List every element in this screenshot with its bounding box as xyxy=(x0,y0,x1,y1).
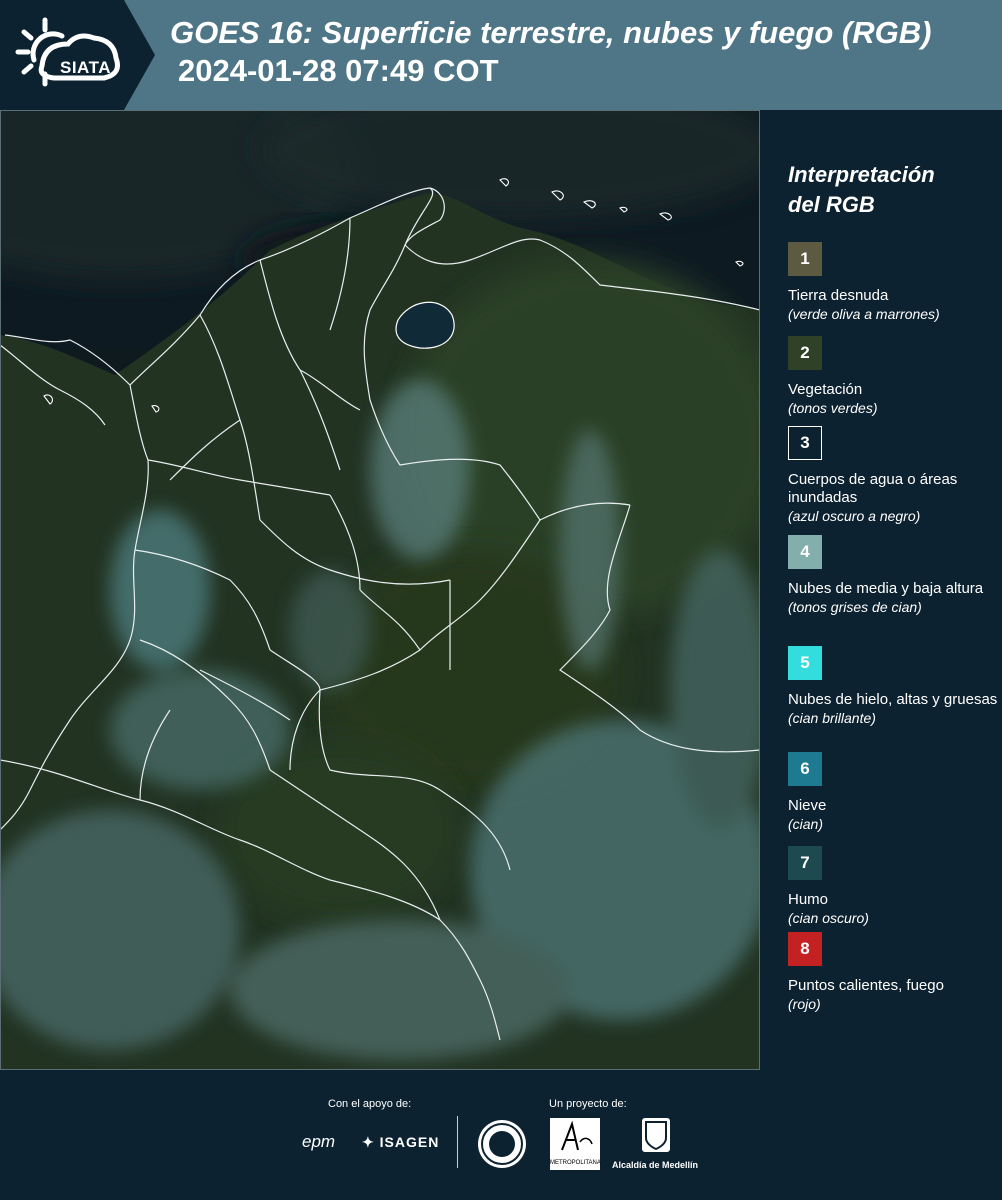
legend-item: 6 Nieve (cian) xyxy=(788,752,998,833)
support-label: Con el apoyo de: xyxy=(328,1098,412,1110)
legend-swatch: 1 xyxy=(788,242,822,276)
legend-item-label: Puntos calientes, fuego xyxy=(788,977,944,994)
area-metropolitana-text: METROPOLITANA xyxy=(550,1160,601,1166)
page-title: GOES 16: Superficie terrestre, nubes y f… xyxy=(170,15,932,50)
legend-item-label: Cuerpos de agua o áreas inundadas xyxy=(788,471,958,506)
isagen-label: ISAGEN xyxy=(379,1134,440,1150)
legend-item-label: Vegetación xyxy=(788,381,863,398)
legend-swatch: 6 xyxy=(788,752,822,786)
legend-swatch: 8 xyxy=(788,932,822,966)
university-seal-icon xyxy=(478,1120,526,1168)
project-label: Un proyecto de: xyxy=(549,1098,627,1110)
legend-swatch: 4 xyxy=(788,535,822,569)
legend-item-description: (cian brillante) xyxy=(788,710,876,726)
legend-swatch: 5 xyxy=(788,646,822,680)
legend-item-label: Tierra desnuda xyxy=(788,287,889,304)
legend-item-description: (tonos grises de cian) xyxy=(788,599,922,615)
legend-title: Interpretación del RGB xyxy=(788,160,988,220)
legend-item-label: Humo xyxy=(788,891,829,908)
legend-item: 7 Humo (cian oscuro) xyxy=(788,846,998,927)
legend-item: 8 Puntos calientes, fuego (rojo) xyxy=(788,932,998,1013)
legend-item: 4 Nubes de media y baja altura (tonos gris… xyxy=(788,535,998,616)
page-datetime: 2024-01-28 07:49 COT xyxy=(178,53,499,88)
siata-logo: SIATA xyxy=(14,14,126,96)
footer: Con el apoyo de: Un proyecto de: epm ✦ I… xyxy=(0,1070,1002,1200)
legend-item-description: (azul oscuro a negro) xyxy=(788,508,921,524)
footer-divider xyxy=(457,1116,458,1168)
epm-logo: epm xyxy=(302,1132,336,1151)
isagen-star-icon: ✦ xyxy=(362,1134,375,1150)
legend-item-description: (tonos verdes) xyxy=(788,400,878,416)
legend-item: 3 Cuerpos de agua o áreas inundadas (azul … xyxy=(788,426,998,525)
legend-item-description: (cian) xyxy=(788,816,824,832)
legend-item: 5 Nubes de hielo, altas y gruesas (cian br… xyxy=(788,646,998,727)
isagen-logo: ✦ ISAGEN xyxy=(362,1134,439,1151)
legend-item-description: (rojo) xyxy=(788,996,821,1012)
legend-swatch: 2 xyxy=(788,336,822,370)
legend-item: 1 Tierra desnuda (verde oliva a marrones) xyxy=(788,242,998,323)
legend-title-line1: Interpretación xyxy=(788,162,935,187)
legend-item-description: (verde oliva a marrones) xyxy=(788,306,940,322)
legend-item: 2 Vegetación (tonos verdes) xyxy=(788,336,998,417)
satellite-map xyxy=(0,110,760,1070)
legend-item-label: Nubes de media y baja altura xyxy=(788,580,984,597)
legend-item-label: Nieve xyxy=(788,797,827,814)
logo-text: SIATA xyxy=(60,58,111,77)
legend-swatch: 7 xyxy=(788,846,822,880)
legend-item-label: Nubes de hielo, altas y gruesas xyxy=(788,691,998,708)
area-metropolitana-logo: METROPOLITANA xyxy=(550,1118,601,1170)
legend-item-description: (cian oscuro) xyxy=(788,910,869,926)
sun-cloud-icon xyxy=(15,17,120,87)
legend-swatch: 3 xyxy=(788,426,822,460)
header: SIATA GOES 16: Superficie terrestre, nub… xyxy=(0,0,1002,110)
legend: Interpretación del RGB 1 Tierra desnuda (v… xyxy=(788,160,997,1012)
medellin-label: Alcaldía de Medellín xyxy=(612,1160,699,1170)
medellin-shield-icon xyxy=(642,1118,670,1152)
legend-title-line2: del RGB xyxy=(788,192,875,217)
map-canvas xyxy=(0,110,760,1070)
